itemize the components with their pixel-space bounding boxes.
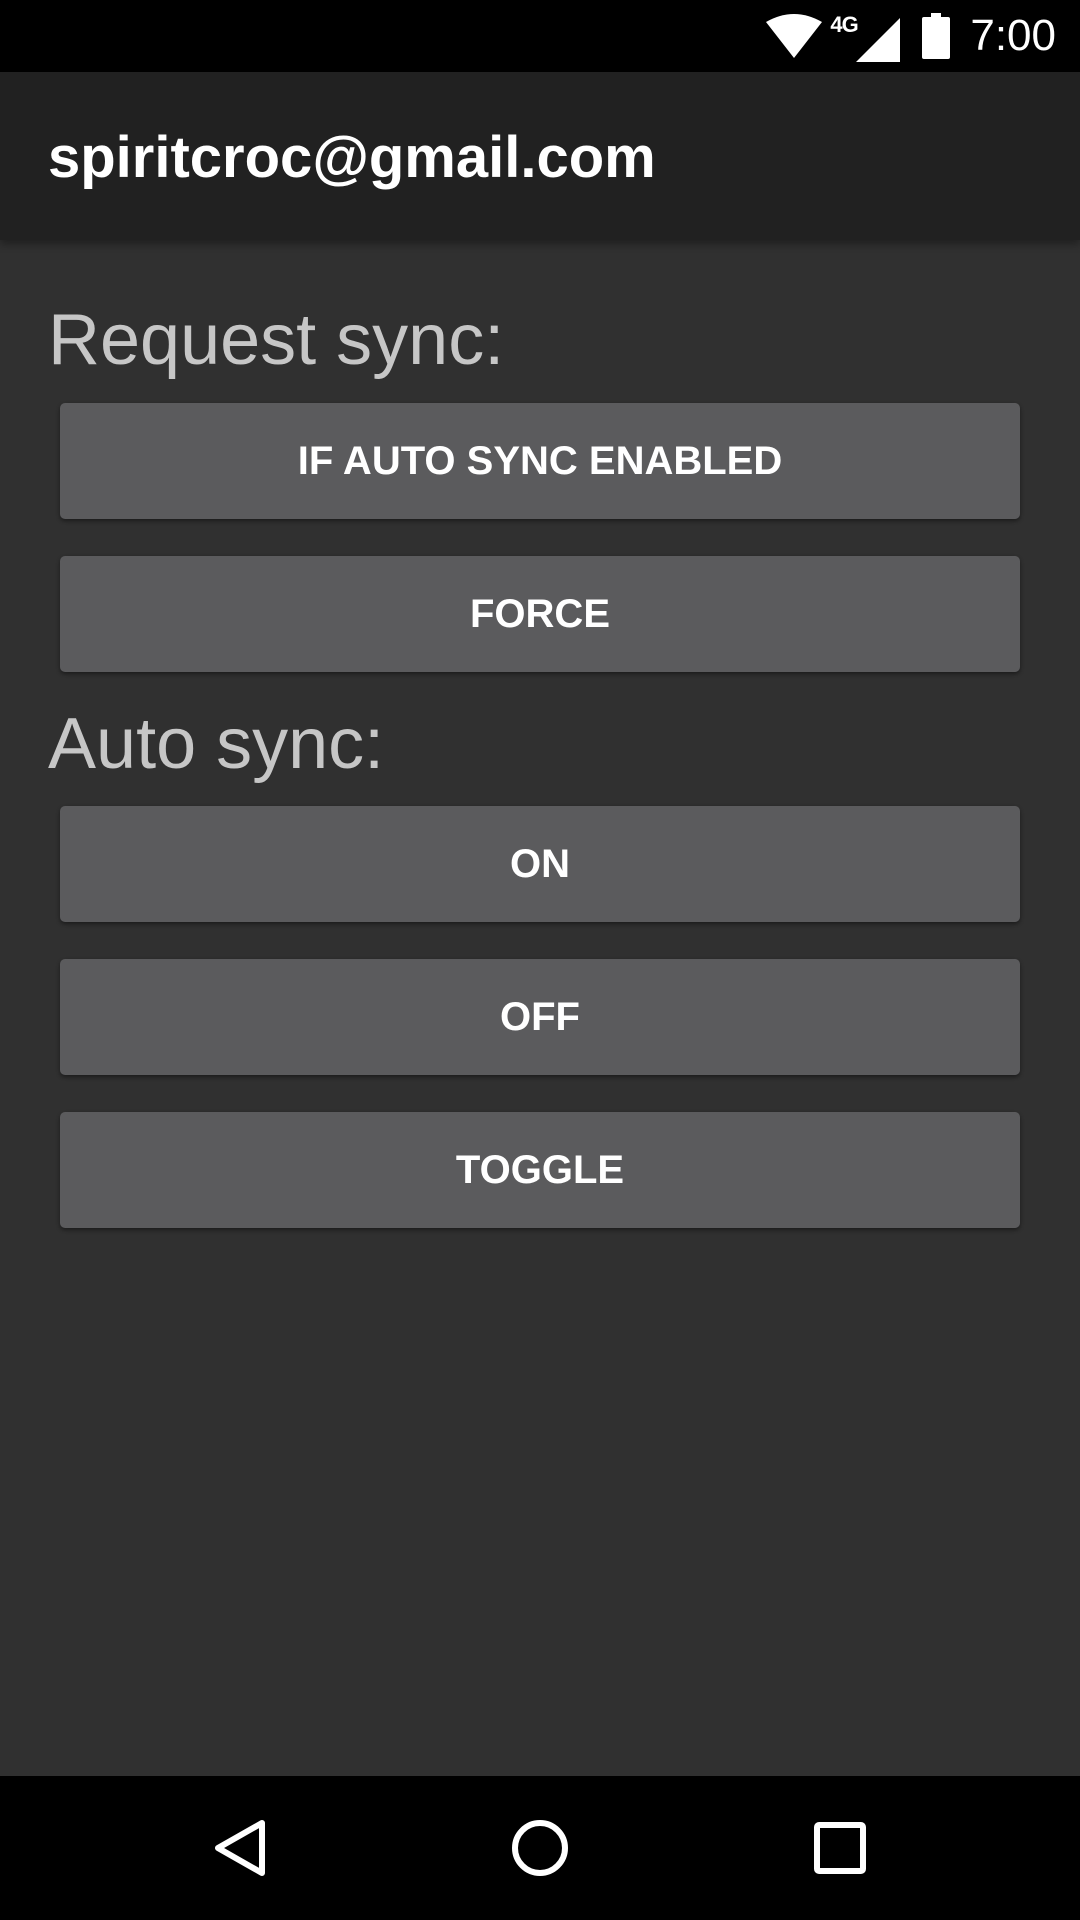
home-button[interactable] [460, 1776, 620, 1920]
home-icon [512, 1820, 568, 1876]
status-bar: 4G 7:00 [0, 0, 1080, 72]
account-title: spiritcroc@gmail.com [48, 125, 656, 190]
clock: 7:00 [970, 11, 1056, 60]
auto-sync-label: Auto sync: [48, 704, 385, 784]
auto-sync-on-button[interactable]: ON [60, 806, 1020, 922]
if-auto-sync-enabled-button[interactable]: IF AUTO SYNC ENABLED [60, 403, 1020, 519]
screen: 4G 7:00 spiritcroc@gmail.com Request syn… [0, 0, 1080, 1920]
battery-icon [922, 13, 951, 59]
force-sync-button[interactable]: FORCE [60, 556, 1020, 672]
status-icons: 4G 7:00 [766, 0, 1056, 72]
recents-button[interactable] [760, 1776, 920, 1920]
cellular-signal-icon: 4G [830, 6, 901, 66]
wifi-icon [766, 14, 823, 58]
navigation-bar [0, 1776, 1080, 1920]
request-sync-label: Request sync: [48, 300, 505, 380]
back-button[interactable] [160, 1776, 320, 1920]
auto-sync-off-button[interactable]: OFF [60, 959, 1020, 1075]
recents-icon [814, 1822, 866, 1874]
app-bar: spiritcroc@gmail.com [0, 72, 1080, 240]
auto-sync-toggle-button[interactable]: TOGGLE [60, 1112, 1020, 1228]
back-icon [215, 1820, 265, 1876]
